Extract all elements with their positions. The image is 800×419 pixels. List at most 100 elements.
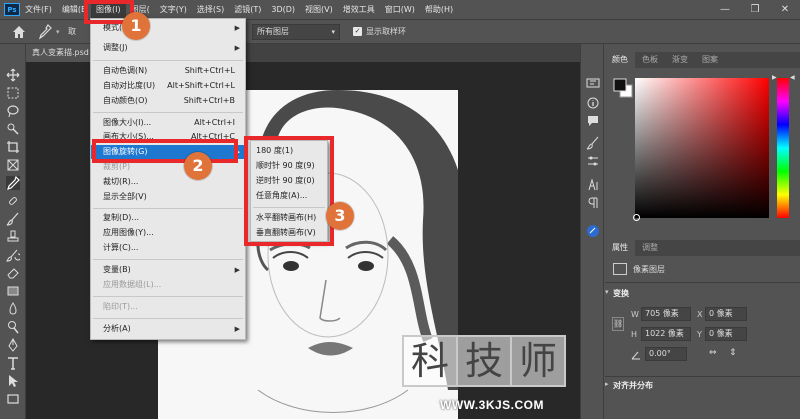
menu-item-trim[interactable]: 裁切(R)...: [91, 175, 245, 189]
chevron-right-icon: ▶: [234, 325, 240, 333]
flip-horizontal-icon[interactable]: ⇔: [709, 348, 717, 358]
hue-slider[interactable]: [777, 78, 789, 218]
gradient-tool-icon[interactable]: [6, 284, 20, 298]
menu-view[interactable]: 视图(V): [300, 0, 338, 19]
marquee-tool-icon[interactable]: [6, 86, 20, 100]
height-field[interactable]: 1022 像素: [641, 327, 691, 341]
chevron-down-icon[interactable]: ▾: [56, 28, 60, 36]
info-icon[interactable]: [586, 96, 600, 110]
brush-tool-icon[interactable]: [6, 212, 20, 226]
lasso-tool-icon[interactable]: [6, 104, 20, 118]
minimize-button[interactable]: —: [710, 0, 740, 19]
adjustments-icon[interactable]: [586, 154, 600, 168]
menu-item-variables[interactable]: 变量(B) ▶: [91, 263, 245, 277]
menu-3d[interactable]: 3D(D): [266, 0, 300, 19]
pen-tool-icon[interactable]: [6, 338, 20, 352]
menu-plugins[interactable]: 增效工具: [338, 0, 380, 19]
foreground-background-swatch[interactable]: [613, 78, 633, 98]
menu-item-auto-tone[interactable]: 自动色调(N) Shift+Ctrl+L: [91, 64, 245, 78]
highlight-image-rotation: [92, 139, 238, 163]
menu-filter[interactable]: 滤镜(T): [229, 0, 266, 19]
tools-panel: [0, 44, 26, 419]
menu-shortcut: Shift+Ctrl+B: [183, 96, 235, 105]
highlight-rotation-submenu: [244, 136, 334, 246]
color-picker-field[interactable]: [635, 78, 769, 218]
watermark-char: 师: [510, 335, 566, 387]
menu-item-trap: 陷印(T)...: [91, 300, 245, 314]
history-icon[interactable]: [586, 76, 600, 90]
menu-type[interactable]: 文字(Y): [155, 0, 192, 19]
type-tool-icon[interactable]: [6, 356, 20, 370]
panel-icon-strip: [580, 44, 604, 419]
menu-separator: [93, 259, 243, 260]
tab-color[interactable]: 颜色: [605, 52, 635, 68]
menu-select[interactable]: 选择(S): [192, 0, 229, 19]
menu-item-label: 计算(C)...: [103, 243, 139, 252]
step-marker-1: 1: [122, 12, 150, 40]
x-label: X: [697, 310, 703, 319]
eyedropper-icon[interactable]: [38, 24, 52, 40]
menu-item-duplicate[interactable]: 复制(D)...: [91, 211, 245, 225]
menu-help[interactable]: 帮助(H): [420, 0, 458, 19]
character-icon[interactable]: [586, 178, 600, 192]
history-brush-tool-icon[interactable]: [6, 248, 20, 262]
healing-brush-tool-icon[interactable]: [6, 194, 20, 208]
tab-gradients[interactable]: 渐变: [665, 52, 695, 68]
menu-item-auto-contrast[interactable]: 自动对比度(U) Alt+Shift+Ctrl+L: [91, 79, 245, 93]
close-button[interactable]: ✕: [770, 0, 800, 19]
link-dimensions-icon[interactable]: ⛓: [612, 317, 624, 331]
menu-item-calculations[interactable]: 计算(C)...: [91, 241, 245, 255]
flip-vertical-icon[interactable]: ⇕: [729, 348, 737, 358]
document-tab[interactable]: 真人变素描.psd: [26, 44, 94, 62]
eraser-tool-icon[interactable]: [6, 266, 20, 280]
restore-button[interactable]: ❐: [740, 0, 770, 19]
menu-item-label: 自动对比度(U): [103, 81, 156, 90]
libraries-icon[interactable]: [586, 224, 600, 238]
sample-layers-select[interactable]: 所有图层 ▾: [252, 24, 340, 40]
tab-patterns[interactable]: 图案: [695, 52, 725, 68]
paragraph-icon[interactable]: [586, 196, 600, 210]
x-field[interactable]: 0 像素: [705, 307, 747, 321]
width-field[interactable]: 705 像素: [641, 307, 691, 321]
blur-tool-icon[interactable]: [6, 302, 20, 316]
dodge-tool-icon[interactable]: [6, 320, 20, 334]
color-picker-cursor[interactable]: [633, 214, 640, 221]
menu-item-analysis[interactable]: 分析(A) ▶: [91, 322, 245, 336]
menu-shortcut: Alt+Shift+Ctrl+L: [167, 81, 235, 90]
menu-item-label: 自动色调(N): [103, 66, 148, 75]
frame-tool-icon[interactable]: [6, 158, 20, 172]
show-ring-checkbox[interactable]: ✓: [353, 27, 362, 36]
path-selection-tool-icon[interactable]: [6, 374, 20, 388]
chevron-right-icon: ▶: [234, 266, 240, 274]
menu-item-auto-color[interactable]: 自动颜色(O) Shift+Ctrl+B: [91, 94, 245, 108]
show-ring-label: 显示取样环: [366, 27, 406, 36]
tab-properties[interactable]: 属性: [605, 240, 635, 256]
chevron-right-icon: ▶: [234, 44, 240, 52]
y-field[interactable]: 0 像素: [705, 327, 747, 341]
clone-stamp-tool-icon[interactable]: [6, 230, 20, 244]
angle-field[interactable]: 0.00°: [645, 347, 687, 361]
hue-marker-right-icon: ◀: [790, 74, 795, 81]
menu-window[interactable]: 窗口(W): [380, 0, 420, 19]
tab-swatches[interactable]: 色板: [635, 52, 665, 68]
home-icon[interactable]: [12, 25, 26, 39]
menu-file[interactable]: 文件(F): [20, 0, 57, 19]
chevron-right-icon[interactable]: ▸: [605, 380, 609, 388]
watermark-logo: 科 技 师: [402, 335, 566, 387]
menu-item-adjustments[interactable]: 调整(J) ▶: [91, 41, 245, 55]
quick-select-tool-icon[interactable]: [6, 122, 20, 136]
move-tool-icon[interactable]: [6, 68, 20, 82]
comment-icon[interactable]: [586, 114, 600, 128]
menu-item-label: 裁剪(P): [103, 162, 131, 171]
rectangle-tool-icon[interactable]: [6, 392, 20, 406]
menu-item-apply-image[interactable]: 应用图像(Y)...: [91, 226, 245, 240]
divider: [605, 376, 800, 377]
menu-item-image-size[interactable]: 图像大小(I)... Alt+Ctrl+I: [91, 116, 245, 130]
crop-tool-icon[interactable]: [6, 140, 20, 154]
chevron-down-icon[interactable]: ▾: [605, 288, 609, 296]
brush-settings-icon[interactable]: [586, 136, 600, 150]
menu-item-reveal-all[interactable]: 显示全部(V): [91, 190, 245, 204]
eyedropper-tool-icon[interactable]: [6, 176, 20, 190]
menu-separator: [93, 60, 243, 61]
tab-adjustments[interactable]: 调整: [635, 240, 665, 256]
